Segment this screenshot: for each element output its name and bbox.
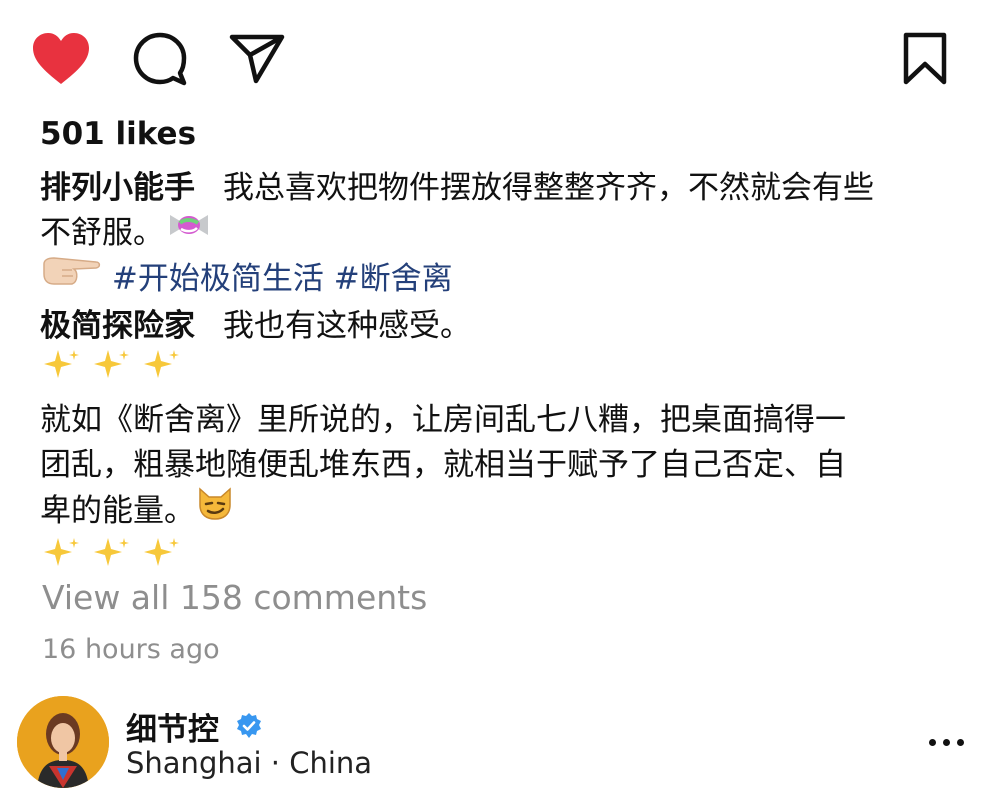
- share-button[interactable]: [226, 28, 288, 90]
- comment-username[interactable]: 极简探险家: [40, 308, 195, 344]
- verified-badge-icon: [235, 712, 263, 740]
- post-action-bar: [30, 28, 956, 88]
- paper-plane-icon: [229, 34, 285, 84]
- comment-body-line1: 就如《断舍离》里所说的，让房间乱七八糟，把桌面搞得一: [40, 402, 846, 438]
- hashtag-link[interactable]: #断舍离: [334, 261, 453, 297]
- sparkles-emoji: [40, 346, 188, 395]
- author-name[interactable]: 细节控: [126, 704, 219, 749]
- comment-button[interactable]: [129, 28, 191, 90]
- sparkles-emoji: [40, 534, 188, 583]
- caption-text-line2: 不舒服。: [40, 215, 164, 251]
- post-timestamp: 16 hours ago: [42, 634, 220, 665]
- avatar[interactable]: [17, 696, 109, 788]
- author-location[interactable]: Shanghai · China: [126, 746, 372, 780]
- comment-body-line3: 卑的能量。: [40, 493, 195, 529]
- save-button[interactable]: [894, 28, 956, 90]
- like-button[interactable]: [30, 28, 92, 90]
- hashtag-link[interactable]: #开始极简生活: [112, 261, 324, 297]
- comment-text: 我也有这种感受。: [223, 308, 471, 344]
- more-horizontal-icon: [928, 738, 936, 746]
- caption-text-line1: 我总喜欢把物件摆放得整整齐齐，不然就会有些: [223, 170, 874, 206]
- smirking-cat-emoji: [195, 485, 235, 534]
- more-options-button[interactable]: [922, 724, 970, 760]
- caption-username[interactable]: 排列小能手: [40, 170, 195, 206]
- post-author-row: 细节控 Shanghai · China: [17, 694, 970, 790]
- candy-emoji: [164, 209, 214, 254]
- comment-body-line2: 团乱，粗暴地随便乱堆东西，就相当于赋予了自己否定、自: [40, 447, 846, 483]
- comment-bubble-icon: [133, 32, 187, 86]
- view-all-comments-link[interactable]: View all 158 comments: [42, 578, 427, 617]
- pointing-right-hand-emoji: [40, 254, 102, 301]
- likes-count[interactable]: 501 likes: [40, 116, 196, 152]
- heart-filled-icon: [33, 33, 89, 84]
- bookmark-icon: [903, 32, 947, 85]
- post-caption: 排列小能手 我总喜欢把物件摆放得整整齐齐，不然就会有些 不舒服。 #开始极简生活 …: [40, 166, 960, 586]
